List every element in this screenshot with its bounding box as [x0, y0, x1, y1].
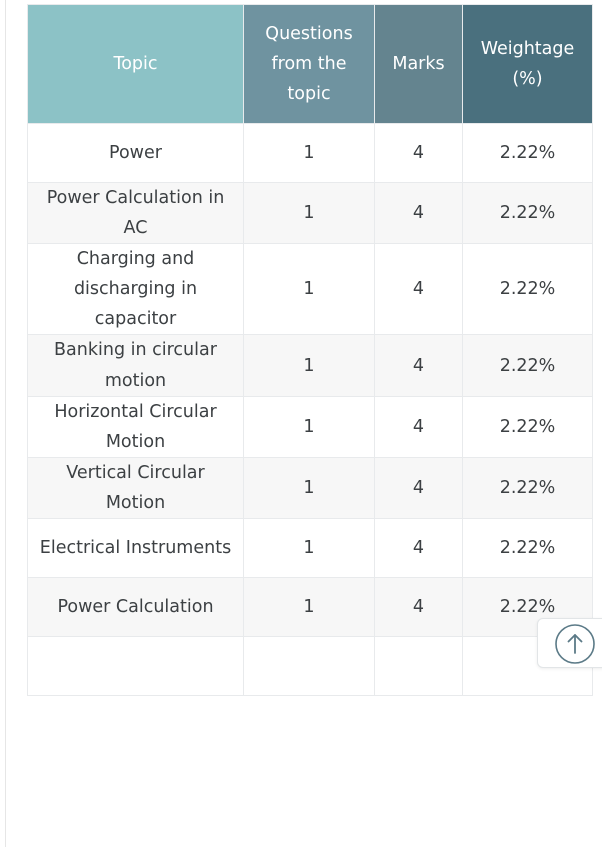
- cell-weightage: 2.22%: [462, 123, 593, 183]
- cell-questions: 1: [243, 456, 375, 520]
- cell-marks: [374, 636, 463, 697]
- cell-questions: 1: [243, 395, 375, 458]
- cell-marks: 4: [374, 456, 463, 520]
- cell-topic: Horizontal Circular Motion: [27, 395, 244, 458]
- column-header-questions[interactable]: Questions from the topic: [243, 4, 375, 124]
- cell-questions: [243, 636, 375, 697]
- cell-weightage: 2.22%: [462, 334, 593, 397]
- table-row: Power Calculation 1 4 2.22%: [27, 577, 593, 638]
- topic-weightage-table: Topic Questions from the topic Marks Wei…: [27, 4, 593, 697]
- cell-marks: 4: [374, 518, 463, 579]
- cell-marks: 4: [374, 577, 463, 638]
- cell-questions: 1: [243, 577, 375, 638]
- table-row: Electrical Instruments 1 4 2.22%: [27, 518, 593, 579]
- cell-marks: 4: [374, 395, 463, 458]
- cell-weightage: 2.22%: [462, 395, 593, 458]
- cell-marks: 4: [374, 123, 463, 183]
- cell-weightage: 2.22%: [462, 243, 593, 336]
- cell-marks: 4: [374, 181, 463, 245]
- cell-topic: Electrical Instruments: [27, 518, 244, 579]
- cell-topic: Charging and discharging in capacitor: [27, 243, 244, 336]
- cell-questions: 1: [243, 334, 375, 397]
- table-row: Power Calculation in AC 1 4 2.22%: [27, 181, 593, 245]
- cell-weightage: 2.22%: [462, 518, 593, 579]
- table-row: Horizontal Circular Motion 1 4 2.22%: [27, 395, 593, 458]
- column-header-weightage[interactable]: Weightage (%): [462, 4, 593, 124]
- column-header-marks[interactable]: Marks: [374, 4, 463, 124]
- cell-topic: Power Calculation in AC: [27, 181, 244, 245]
- cell-weightage: 2.22%: [462, 181, 593, 245]
- cell-topic: Power Calculation: [27, 577, 244, 638]
- cell-marks: 4: [374, 243, 463, 336]
- table-header-row: Topic Questions from the topic Marks Wei…: [27, 4, 593, 124]
- cell-topic: Banking in circular motion: [27, 334, 244, 397]
- cell-topic: Vertical Circular Motion: [27, 456, 244, 520]
- cell-marks: 4: [374, 334, 463, 397]
- cell-questions: 1: [243, 518, 375, 579]
- cell-questions: 1: [243, 243, 375, 336]
- table-row: Power 1 4 2.22%: [27, 123, 593, 183]
- column-header-topic[interactable]: Topic: [27, 4, 244, 124]
- table-row: Charging and discharging in capacitor 1 …: [27, 243, 593, 336]
- scroll-to-top-button[interactable]: [537, 618, 602, 668]
- cell-topic: [27, 636, 244, 697]
- table-row: Vertical Circular Motion 1 4 2.22%: [27, 456, 593, 520]
- table-body: Power 1 4 2.22% Power Calculation in AC …: [27, 123, 593, 697]
- table-header: Topic Questions from the topic Marks Wei…: [27, 4, 593, 124]
- table-row-partial: [27, 636, 593, 697]
- cell-topic: Power: [27, 123, 244, 183]
- topic-weightage-table-container: Topic Questions from the topic Marks Wei…: [27, 4, 593, 697]
- page-gutter-line: [5, 0, 6, 847]
- cell-questions: 1: [243, 123, 375, 183]
- table-row: Banking in circular motion 1 4 2.22%: [27, 334, 593, 397]
- cell-questions: 1: [243, 181, 375, 245]
- cell-weightage: 2.22%: [462, 456, 593, 520]
